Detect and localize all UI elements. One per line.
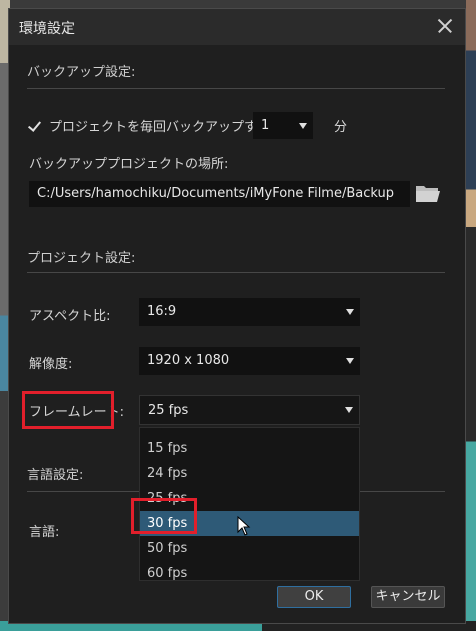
resolution-label: 解像度: [29,357,73,372]
backup-interval-unit: 分 [334,120,348,135]
resolution-select[interactable]: 1920 x 1080 [139,347,360,375]
chevron-down-icon [345,407,353,413]
framerate-option-15[interactable]: 15 fps [140,436,359,461]
chevron-down-icon [346,358,354,364]
framerate-select[interactable]: 25 fps [139,395,360,425]
backup-interval-value: 1 [261,118,270,133]
section-divider [27,272,445,273]
chevron-down-icon [299,123,307,129]
resolution-value: 1920 x 1080 [147,353,230,368]
language-section-label: 言語設定: [27,468,84,483]
framerate-option-50[interactable]: 50 fps [140,536,359,561]
auto-backup-checkbox[interactable] [29,119,41,131]
dialog-titlebar[interactable]: 環境設定 [9,9,465,45]
auto-backup-label: プロジェクトを毎回バックアップする [49,120,271,135]
chevron-down-icon [346,309,354,315]
project-section-label: プロジェクト設定: [27,251,136,266]
framerate-option-24[interactable]: 24 fps [140,461,359,486]
section-divider [27,88,445,89]
backup-section-label: バックアップ設定: [27,65,136,80]
preferences-dialog: 環境設定 バックアップ設定: プロジェクトを毎回バックアップする 1 分 バック… [8,8,466,624]
backup-location-label: バックアッププロジェクトの場所: [29,157,229,172]
backup-interval-select[interactable]: 1 [253,112,313,139]
aspect-ratio-select[interactable]: 16:9 [139,298,360,326]
framerate-value: 25 fps [148,403,189,418]
language-label: 言語: [29,525,60,540]
selected-option-highlight [131,498,197,534]
folder-icon[interactable] [415,183,441,203]
dialog-title: 環境設定 [19,21,75,37]
framerate-label-highlight [22,391,114,429]
aspect-ratio-value: 16:9 [147,304,177,319]
backup-location-field[interactable]: C:/Users/hamochiku/Documents/iMyFone Fil… [29,181,410,207]
close-icon[interactable] [433,14,457,38]
aspect-ratio-label: アスペクト比: [29,309,111,324]
desktop-background-right [466,0,476,631]
cancel-button[interactable]: キャンセル [371,586,445,608]
ok-button[interactable]: OK [277,586,351,608]
framerate-option-60[interactable]: 60 fps [140,561,359,586]
mouse-pointer-icon [237,516,251,536]
